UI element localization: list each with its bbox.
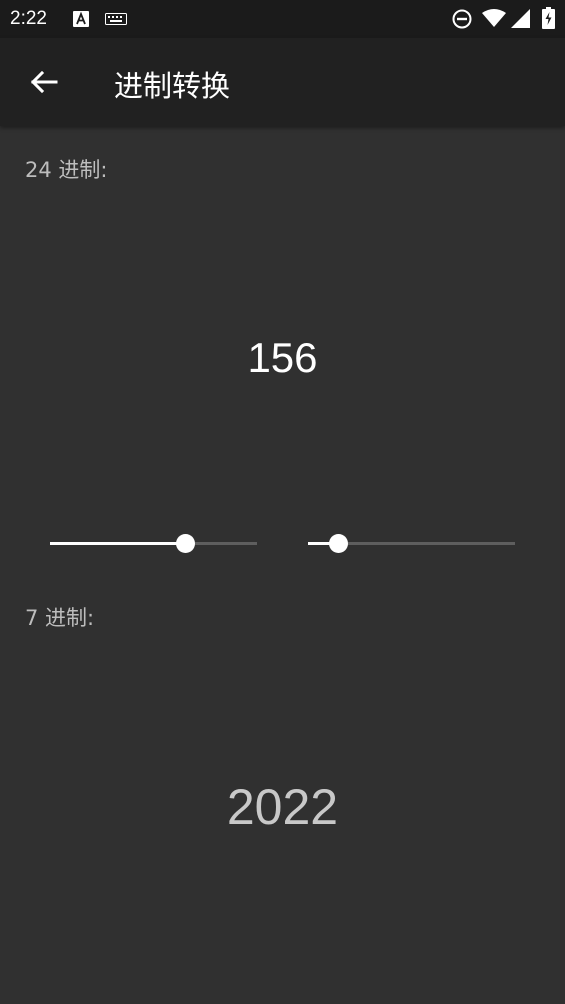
wifi-icon (482, 9, 506, 27)
back-button[interactable] (16, 58, 72, 106)
source-base-label: 24 进制: (25, 158, 108, 182)
status-time: 2:22 (10, 8, 47, 29)
battery-charging-icon (542, 7, 555, 29)
dnd-icon (452, 9, 472, 29)
page-title: 进制转换 (114, 69, 231, 103)
slider-thumb[interactable] (329, 534, 348, 553)
target-base-slider[interactable] (308, 528, 515, 560)
source-base-slider[interactable] (50, 528, 257, 560)
target-base-label: 7 进制: (25, 606, 95, 630)
arrow-left-icon (30, 70, 58, 94)
app-bar: 进制转换 (0, 38, 565, 126)
source-value[interactable]: 156 (0, 334, 565, 382)
signal-icon (511, 9, 530, 28)
slider-thumb[interactable] (175, 534, 195, 553)
a-text-icon (73, 11, 89, 27)
status-bar: 2:22 (0, 0, 565, 38)
target-value: 2022 (226, 779, 339, 835)
keyboard-icon (105, 13, 127, 25)
slider-fill (50, 542, 185, 545)
